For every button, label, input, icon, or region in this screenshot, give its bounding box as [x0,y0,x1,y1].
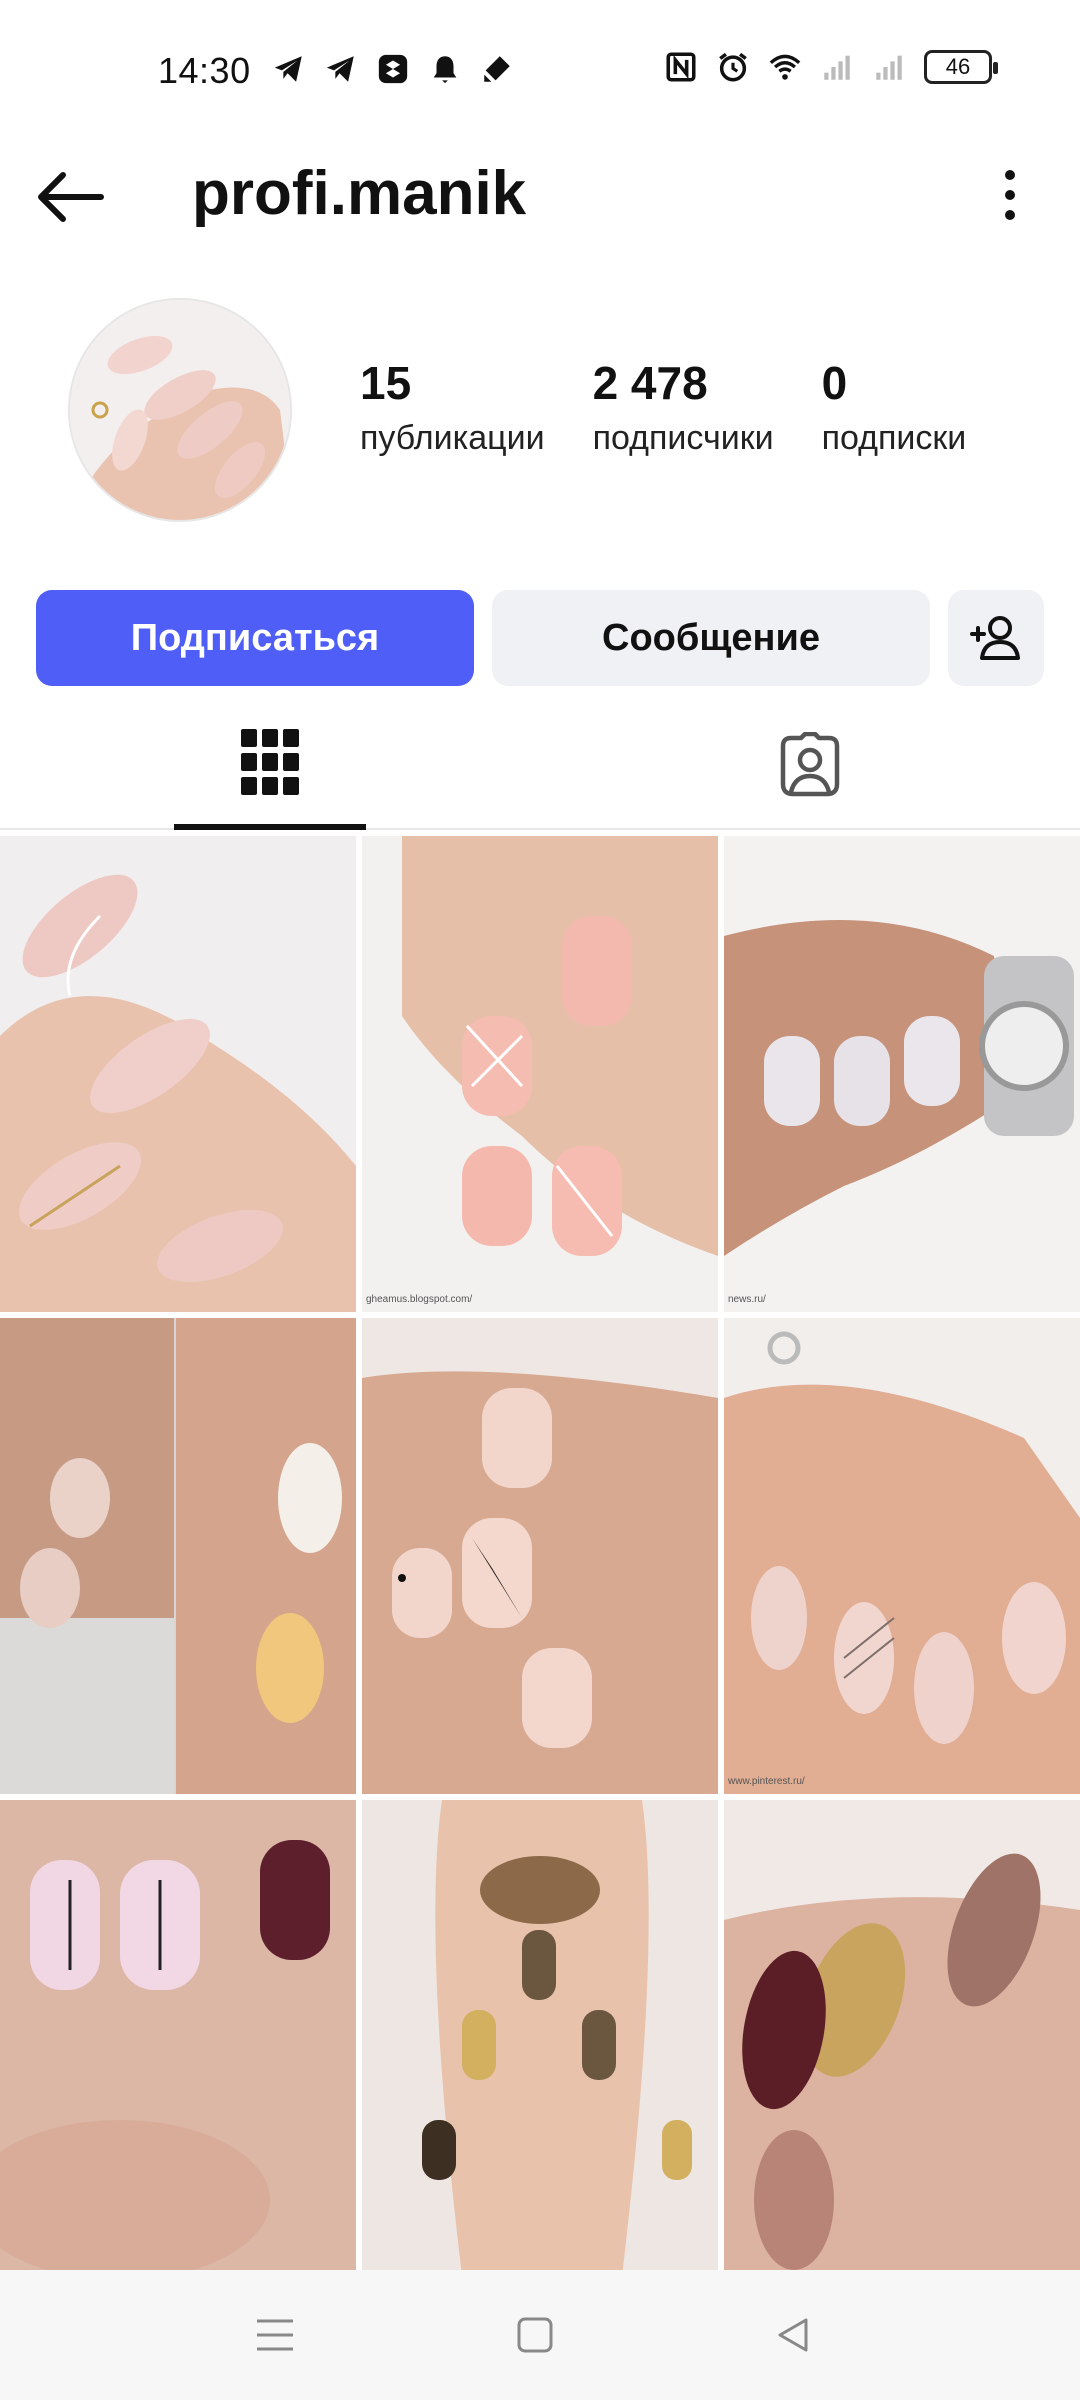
post-caption: news.ru/ [728,1294,766,1305]
telegram-icon [274,56,302,82]
home-square-icon [517,2317,553,2353]
profile-actions: Подписаться Сообщение [36,590,1044,686]
menu-icon [257,2319,293,2351]
nail-post-image: news.ru/ [724,836,1080,1312]
back-triangle-icon [778,2318,808,2352]
post-tile[interactable] [362,1318,718,1794]
nav-back-button[interactable] [748,2300,838,2370]
post-tile[interactable] [0,1800,356,2276]
profile-stats: 15 публикации 2 478 подписчики 0 подписк… [360,358,1014,458]
signal-icon [876,55,902,80]
profile-username: profi.manik [192,159,527,228]
stat-posts[interactable]: 15 публикации [360,358,545,458]
system-icons: 46 [664,50,998,84]
nfc-icon [666,52,696,82]
bell-icon [433,56,457,84]
stat-following[interactable]: 0 подписки [822,358,967,458]
stat-following-count: 0 [821,357,848,409]
post-tile[interactable] [0,836,356,1312]
posts-grid: gheamus.blogspot.com/ news.ru/ www.pinte… [0,836,1080,2276]
wifi-icon [769,54,801,80]
tagged-icon [780,732,840,797]
post-tile[interactable] [0,1318,356,1794]
nail-post-image [362,1800,718,2276]
stat-followers[interactable]: 2 478 подписчики [593,358,774,458]
stat-posts-count: 15 [360,357,412,409]
tab-tagged[interactable] [730,700,890,830]
app-icon [378,54,408,84]
nav-menu-button[interactable] [230,2300,320,2370]
post-tile[interactable]: www.pinterest.ru/ [724,1318,1080,1794]
edit-icon [484,56,510,82]
notification-icons [272,52,514,86]
battery-level: 46 [945,54,971,79]
post-tile[interactable]: gheamus.blogspot.com/ [362,836,718,1312]
telegram-icon [326,56,354,82]
add-user-button[interactable] [948,590,1044,686]
avatar[interactable] [68,298,292,522]
avatar-image [70,300,290,520]
message-button[interactable]: Сообщение [492,590,930,686]
nail-post-image: www.pinterest.ru/ [724,1318,1080,1794]
profile-header: profi.manik [0,140,1080,250]
nail-post-image [0,1318,356,1794]
alarm-icon [719,52,747,82]
post-caption: gheamus.blogspot.com/ [366,1294,472,1305]
profile-tabs [0,700,1080,830]
stat-followers-count: 2 478 [592,357,708,409]
nav-home-button[interactable] [490,2300,580,2370]
system-navigation-bar [0,2270,1080,2400]
stat-posts-label: публикации [360,418,545,457]
nail-post-image [362,1318,718,1794]
arrow-left-icon [38,172,104,222]
stat-following-label: подписки [821,418,967,457]
grid-icon [241,729,299,795]
post-tile[interactable]: news.ru/ [724,836,1080,1312]
post-caption: www.pinterest.ru/ [727,1776,805,1787]
tab-posts-grid[interactable] [174,700,366,830]
status-time: 14:30 [158,50,251,91]
more-vertical-icon [1005,170,1015,220]
more-options-button[interactable] [980,160,1040,230]
signal-icon [824,55,850,80]
nail-post-image: gheamus.blogspot.com/ [362,836,718,1312]
stat-followers-label: подписчики [592,418,774,457]
status-bar: 14:30 46 [0,0,1080,140]
post-tile[interactable] [724,1800,1080,2276]
nail-post-image [0,1800,356,2276]
battery-icon: 46 [924,50,998,84]
follow-button[interactable]: Подписаться [36,590,474,686]
nail-post-image [724,1800,1080,2276]
post-tile[interactable] [362,1800,718,2276]
back-button[interactable] [30,162,110,232]
nail-post-image [0,836,356,1312]
add-user-icon [970,616,1020,660]
